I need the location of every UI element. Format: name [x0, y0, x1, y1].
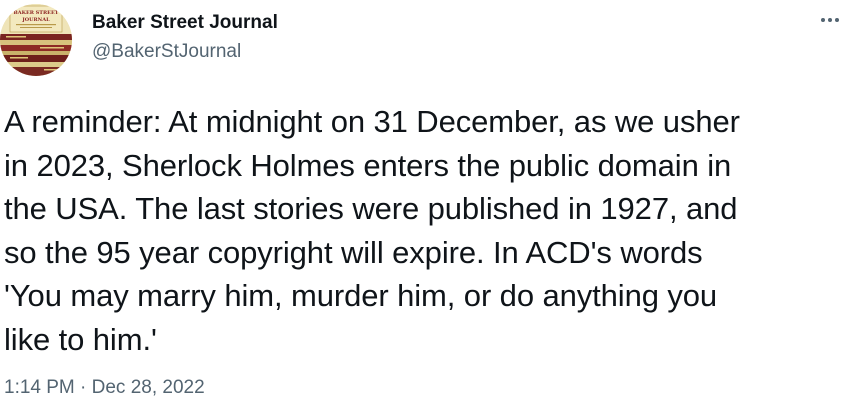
- svg-text:BAKER STREET: BAKER STREET: [14, 10, 59, 16]
- tweet-text: A reminder: At midnight on 31 December, …: [4, 104, 740, 357]
- more-horizontal-icon-dot: [828, 18, 832, 22]
- svg-text:JOURNAL: JOURNAL: [21, 17, 50, 23]
- tweet-card: BAKER STREET JOURNAL Baker Street Journa…: [0, 0, 856, 406]
- journal-cover-image: BAKER STREET JOURNAL: [0, 4, 72, 76]
- more-horizontal-icon: [821, 18, 825, 22]
- author-display-name[interactable]: Baker Street Journal: [92, 11, 278, 35]
- tweet-timestamp[interactable]: 1:14 PM · Dec 28, 2022: [4, 376, 205, 400]
- more-options-button[interactable]: [812, 6, 848, 34]
- author-handle[interactable]: @BakerStJournal: [92, 40, 241, 64]
- avatar[interactable]: BAKER STREET JOURNAL: [0, 4, 72, 76]
- more-horizontal-icon-dot: [835, 18, 839, 22]
